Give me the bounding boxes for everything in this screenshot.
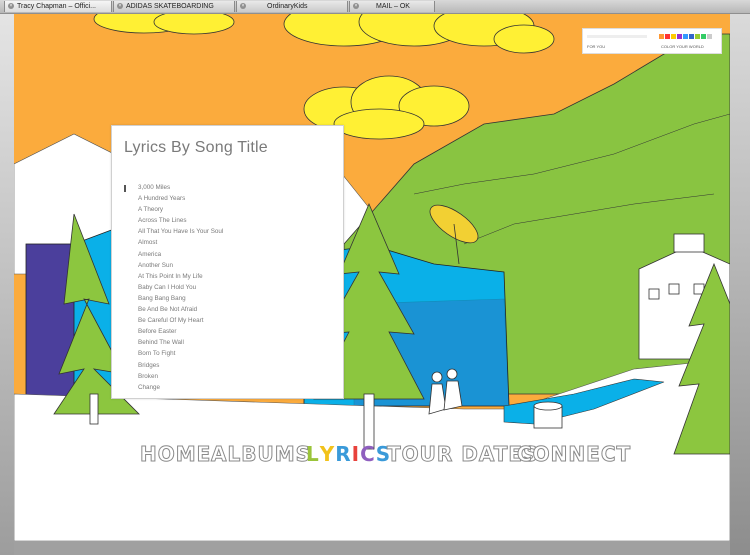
song-link[interactable]: Almost — [138, 237, 223, 248]
nav-tour-dates[interactable]: TOUR DATES — [386, 442, 538, 467]
nav-lyrics-letter: I — [351, 442, 361, 466]
song-link[interactable]: Across The Lines — [138, 215, 223, 226]
swatch-yellow[interactable] — [671, 34, 676, 39]
tab-mail[interactable]: × MAIL – OK — [349, 1, 435, 12]
song-link[interactable]: Behind The Wall — [138, 337, 223, 348]
nav-lyrics[interactable]: LYRICS — [306, 442, 391, 466]
main-nav: HOME ALBUMS LYRICS TOUR DATES CONNECT — [14, 442, 730, 472]
close-icon[interactable]: × — [240, 3, 246, 9]
nav-connect[interactable]: CONNECT — [516, 442, 631, 467]
tab-tracy-chapman[interactable]: × Tracy Chapman – Offici... — [4, 1, 112, 12]
for-you-label: FOR YOU — [587, 44, 606, 49]
song-link[interactable]: A Hundred Years — [138, 193, 223, 204]
song-link[interactable]: At This Point In My Life — [138, 271, 223, 282]
close-icon[interactable]: × — [117, 3, 123, 9]
page-viewport: FOR YOU COLOR YOUR WORLD Lyrics By Song … — [14, 14, 730, 541]
swatch-blue[interactable] — [689, 34, 694, 39]
nav-lyrics-letter: C — [360, 442, 376, 466]
tab-label: ADIDAS SKATEBOARDING — [126, 3, 214, 10]
song-list: 3,000 Miles A Hundred Years A Theory Acr… — [138, 182, 223, 393]
browser-tab-bar: × Tracy Chapman – Offici... × ADIDAS SKA… — [0, 0, 750, 14]
song-link[interactable]: 3,000 Miles — [138, 182, 223, 193]
tab-label: MAIL – OK — [376, 3, 410, 10]
tab-label: OrdinaryKids — [267, 3, 308, 10]
close-icon[interactable]: × — [353, 3, 359, 9]
swatch-purple[interactable] — [677, 34, 682, 39]
song-link[interactable]: Change — [138, 382, 223, 393]
song-link[interactable]: Before Easter — [138, 326, 223, 337]
song-link[interactable]: Another Sun — [138, 260, 223, 271]
tab-label: Tracy Chapman – Offici... — [17, 3, 96, 10]
swatch-light-blue[interactable] — [683, 34, 688, 39]
color-swatches — [659, 34, 712, 39]
nav-lyrics-letter: Y — [319, 442, 336, 466]
swatch-red[interactable] — [665, 34, 670, 39]
song-link[interactable]: Be Careful Of My Heart — [138, 315, 223, 326]
desktop-left-edge — [0, 0, 14, 555]
tab-ordinarykids[interactable]: × OrdinaryKids — [236, 1, 348, 12]
swatch-lime[interactable] — [695, 34, 700, 39]
lyrics-panel: Lyrics By Song Title 3,000 Miles A Hundr… — [111, 125, 344, 399]
color-your-world-widget[interactable]: FOR YOU COLOR YOUR WORLD — [582, 28, 722, 54]
swatch-gray[interactable] — [707, 34, 712, 39]
swatch-orange[interactable] — [659, 34, 664, 39]
nav-lyrics-letter: R — [335, 442, 352, 466]
song-link[interactable]: Born To Fight — [138, 348, 223, 359]
lyrics-title: Lyrics By Song Title — [124, 139, 268, 156]
volume-slider[interactable] — [587, 35, 647, 38]
nav-home[interactable]: HOME — [139, 442, 211, 467]
scroll-indicator[interactable] — [124, 185, 126, 192]
song-link[interactable]: Bridges — [138, 360, 223, 371]
nav-albums[interactable]: ALBUMS — [210, 442, 311, 467]
song-link[interactable]: Baby Can I Hold You — [138, 282, 223, 293]
song-link[interactable]: All That You Have Is Your Soul — [138, 226, 223, 237]
song-link[interactable]: A Theory — [138, 204, 223, 215]
desktop-right-edge — [728, 0, 750, 555]
tab-adidas-skateboarding[interactable]: × ADIDAS SKATEBOARDING — [113, 1, 235, 12]
nav-lyrics-letter: L — [306, 442, 320, 466]
song-link[interactable]: Be And Be Not Afraid — [138, 304, 223, 315]
song-link[interactable]: Bang Bang Bang — [138, 293, 223, 304]
song-link[interactable]: America — [138, 249, 223, 260]
window-bottom-edge — [14, 541, 730, 555]
color-your-world-label: COLOR YOUR WORLD — [661, 44, 704, 49]
song-link[interactable]: Broken — [138, 371, 223, 382]
close-icon[interactable]: × — [8, 3, 14, 9]
swatch-green[interactable] — [701, 34, 706, 39]
tree-stump — [533, 401, 563, 429]
